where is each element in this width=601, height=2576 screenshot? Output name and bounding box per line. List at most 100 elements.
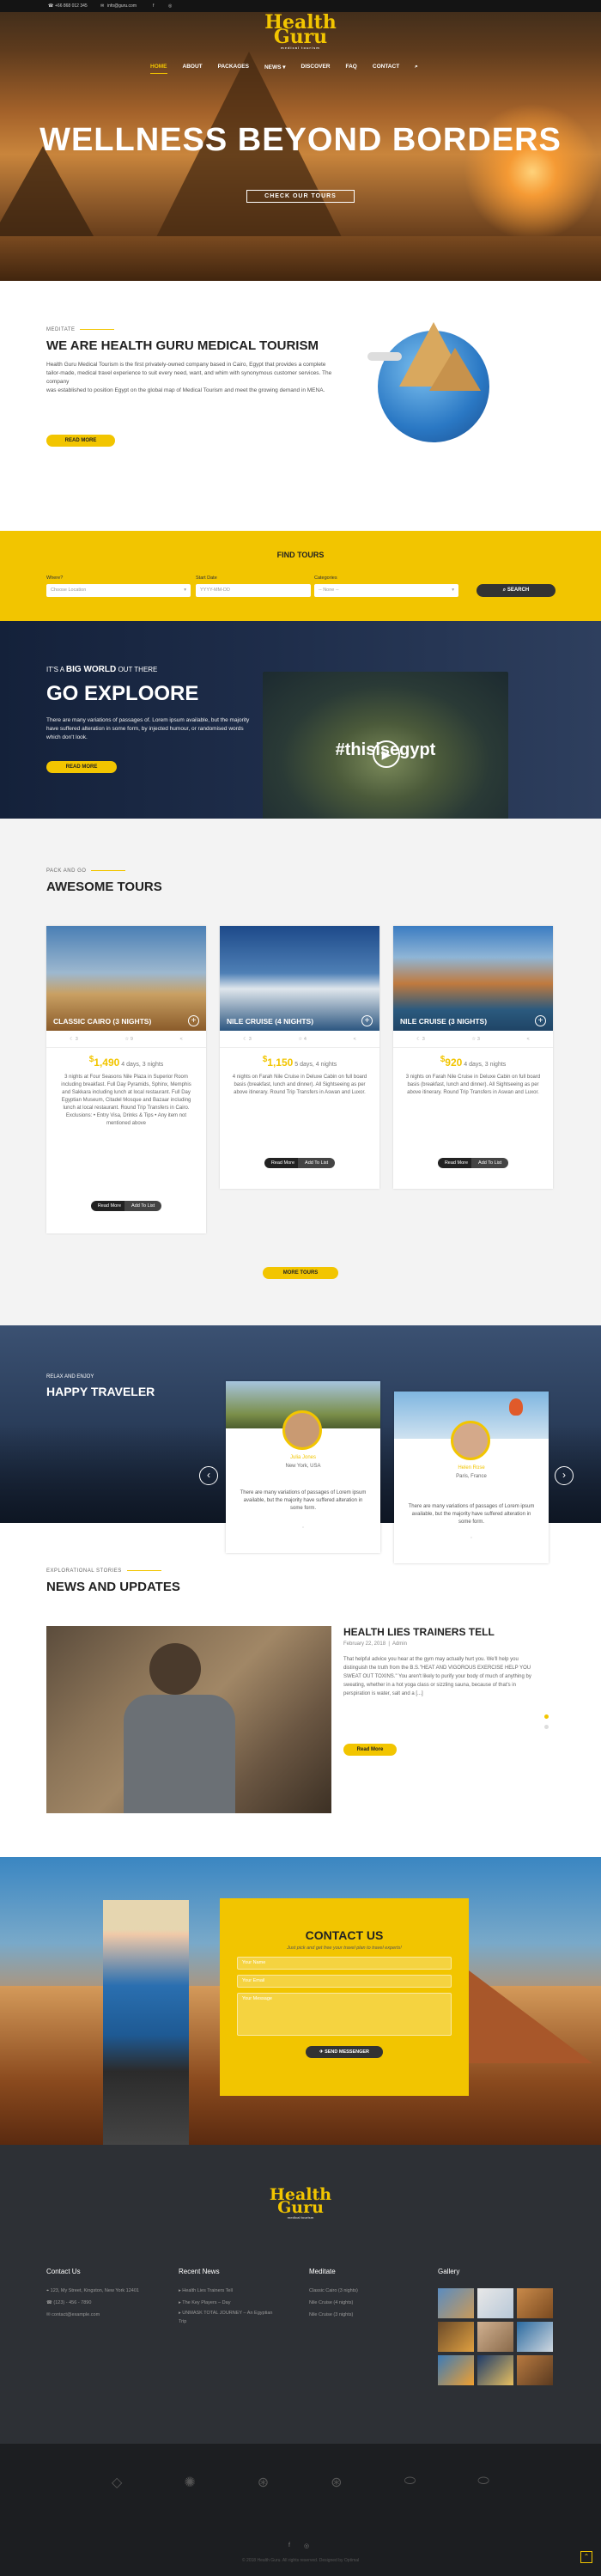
gallery-thumb[interactable] [517,2288,553,2318]
tour-actions: Read More Add To List [46,1201,206,1211]
footer-news-item[interactable]: ▸ UNMASK TOTAL JOURNEY – An Egyptian Tri… [179,2309,273,2326]
nav-faq[interactable]: FAQ [346,62,357,74]
search-button[interactable]: ⌕ SEARCH [477,584,555,597]
footer-email[interactable]: ✉ contact@example.com [46,2309,167,2321]
tours-title: AWESOME TOURS [46,880,162,894]
footer-news-item[interactable]: ▸ Health Lies Trainers Tell [179,2285,273,2297]
more-tours-button[interactable]: MORE TOURS [263,1267,338,1279]
send-message-button[interactable]: ✈ SEND MESSENGER [306,2046,383,2058]
gallery-thumb[interactable] [477,2355,513,2385]
nav-packages[interactable]: PACKAGES [218,62,249,74]
start-date-input[interactable]: YYYY-MM-DD [196,584,311,597]
about-read-more-button[interactable]: READ MORE [46,435,115,447]
message-textarea[interactable]: Your Message [237,1993,452,2036]
avatar [282,1410,322,1450]
chevron-down-icon: ▾ [452,588,454,593]
tour-name[interactable]: NILE CRUISE (3 NIGHTS) [400,1017,487,1026]
prev-arrow-icon[interactable]: ‹ [199,1466,218,1485]
play-icon[interactable]: ▶ [373,740,400,768]
add-to-list-button[interactable]: Add To List [124,1201,162,1211]
read-more-button[interactable]: Read More [90,1201,129,1211]
tour-image[interactable] [393,926,553,1031]
footer-news-item[interactable]: ▸ The Key Players – Day [179,2297,273,2309]
footer-bottom [0,2444,601,2576]
next-arrow-icon[interactable]: › [555,1466,574,1485]
read-more-button[interactable]: Read More [264,1158,302,1168]
contact-subtitle: Just pick and get free your travel plan … [287,1946,402,1951]
share-icon[interactable]: < [526,1031,529,1047]
tour-meta: ☾ 3 ☆ 4 < [220,1031,379,1048]
check-tours-button[interactable]: CHECK OUR TOURS [246,190,355,203]
gallery-thumb[interactable] [477,2288,513,2318]
tours-eyebrow: PACK AND GO [46,868,125,874]
tour-image[interactable] [46,926,206,1031]
about-p3: was established to position Egypt on the… [46,387,325,393]
topbar-phone[interactable]: +66 868 012 345 [55,3,88,9]
add-to-list-button[interactable]: Add To List [471,1158,509,1168]
footer-gallery-title: Gallery [438,2268,460,2275]
gallery-thumb[interactable] [517,2322,553,2352]
email-input[interactable]: Your Email [237,1975,452,1988]
site-logo[interactable]: Health Guru medical tourism [259,13,342,52]
partner-logo: ◇ [112,2476,123,2490]
facebook-icon[interactable]: f [153,3,154,9]
plus-icon[interactable]: + [361,1015,373,1026]
share-icon[interactable]: < [179,1031,182,1047]
gallery-thumb[interactable] [477,2322,513,2352]
topbar-email[interactable]: info@guru.com [107,3,137,9]
nav-contact[interactable]: CONTACT [373,62,399,74]
slider-dot[interactable] [544,1725,549,1729]
nav-news[interactable]: NEWS ▾ [264,62,286,74]
share-icon[interactable]: < [353,1031,355,1047]
phone-icon: ☎ [48,3,54,9]
nav-discover[interactable]: DISCOVER [301,62,331,74]
news-image[interactable] [46,1626,331,1813]
gallery-thumb[interactable] [438,2288,474,2318]
footer-address: ⌖ 123, My Street, Kingston, New York 124… [46,2285,167,2297]
instagram-icon[interactable]: ◎ [304,2543,309,2549]
explore-title: GO EXPLOORE [46,682,199,705]
footer-meditate-item[interactable]: Nile Cruise (3 nights) [309,2309,404,2321]
tour-meta-rating: ☆ 9 [124,1037,133,1042]
location-icon: ⌖ [46,2288,50,2293]
chevron-down-icon: ▾ [184,588,186,593]
search-icon[interactable]: ⌕ [415,62,418,74]
categories-select[interactable]: -- None -- ▾ [314,584,458,597]
tour-name[interactable]: CLASSIC CAIRO (3 NIGHTS) [53,1017,151,1026]
post-title[interactable]: HEALTH LIES TRAINERS TELL [343,1626,495,1638]
read-more-button[interactable]: Read More [437,1158,476,1168]
footer-meditate-list: Classic Cairo (3 nights) Nile Cruise (4 … [309,2285,404,2321]
tour-meta: ☾ 3 ☆ 3 < [393,1031,553,1048]
slider-dot-active[interactable] [544,1714,549,1719]
about-p2: tailor-made, medical travel experience t… [46,370,332,385]
about-text: Health Guru Medical Tourism is the first… [46,361,338,395]
promo-video[interactable]: #thisisegypt ▶ [263,672,508,835]
name-input[interactable]: Your Name [237,1957,452,1970]
testimonial-card: Helen Rose Paris, France There are many … [394,1392,549,1563]
gallery-thumb[interactable] [517,2355,553,2385]
back-to-top-icon[interactable]: ⌃ [580,2551,592,2563]
explore-read-more-button[interactable]: READ MORE [46,761,117,773]
footer-meditate-item[interactable]: Classic Cairo (3 nights) [309,2285,404,2297]
footer-meditate-item[interactable]: Nile Cruise (4 nights) [309,2297,404,2309]
categories-select-value: -- None -- [319,588,339,593]
tour-image[interactable] [220,926,379,1031]
where-select[interactable]: Choose Location ▾ [46,584,191,597]
gallery-thumb[interactable] [438,2355,474,2385]
footer-phone[interactable]: ☎ (123) - 456 - 7890 [46,2297,167,2309]
contact-title: CONTACT US [305,1928,384,1942]
traveler-photo [103,1900,189,2145]
post-read-more-button[interactable]: Read More [343,1744,397,1756]
about-p1: Health Guru Medical Tourism is the first… [46,362,326,368]
plus-icon[interactable]: + [535,1015,546,1026]
add-to-list-button[interactable]: Add To List [298,1158,336,1168]
instagram-icon[interactable]: ◎ [168,3,172,9]
nav-about[interactable]: ABOUT [183,62,203,74]
where-label: Where? [46,575,64,581]
facebook-icon[interactable]: f [288,2543,290,2549]
plus-icon[interactable]: + [188,1015,199,1026]
footer-logo[interactable]: Health Guru medical tourism [259,2187,342,2221]
tour-name[interactable]: NILE CRUISE (4 NIGHTS) [227,1017,313,1026]
nav-home[interactable]: HOME [150,62,167,74]
gallery-thumb[interactable] [438,2322,474,2352]
